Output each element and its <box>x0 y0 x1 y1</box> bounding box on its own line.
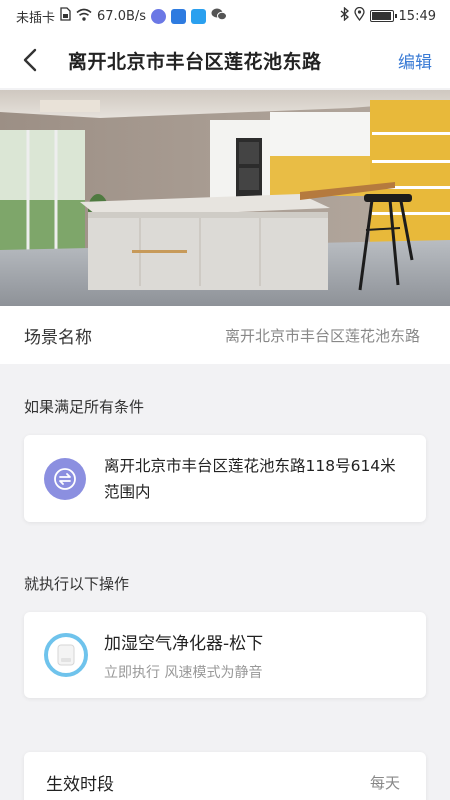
scene-name-row[interactable]: 场景名称 离开北京市丰台区莲花池东路 <box>0 306 450 364</box>
wechat-icon <box>211 7 228 25</box>
music-icon <box>151 8 167 24</box>
air-purifier-icon <box>44 633 88 677</box>
sim-icon <box>60 7 71 25</box>
search-app-icon <box>191 8 207 24</box>
schedule-card[interactable]: 生效时段 每天 <box>24 752 426 800</box>
page-title: 离开北京市丰台区莲花池东路 <box>68 50 322 73</box>
nav-bar: 离开北京市丰台区莲花池东路 编辑 <box>0 32 450 88</box>
battery-icon <box>369 10 397 22</box>
clock-time: 15:49 <box>398 8 436 24</box>
location-icon <box>353 6 365 25</box>
wifi-icon <box>76 8 92 25</box>
status-left: 未插卡 67.0B/s <box>16 7 228 26</box>
network-speed: 67.0B/s <box>97 8 147 24</box>
status-right: 15:49 <box>340 6 436 25</box>
edit-button[interactable]: 编辑 <box>380 48 450 73</box>
schedule-value: 每天 <box>369 773 400 792</box>
scene-name-label: 场景名称 <box>24 327 92 348</box>
action-card[interactable]: 加湿空气净化器-松下 立即执行 风速模式为静音 <box>24 612 426 698</box>
chevron-left-icon <box>23 48 37 72</box>
condition-section-title: 如果满足所有条件 <box>24 398 145 416</box>
action-texts: 加湿空气净化器-松下 立即执行 风速模式为静音 <box>104 629 263 682</box>
swap-icon <box>44 457 86 500</box>
carrier-text: 未插卡 <box>16 10 56 26</box>
schedule-label: 生效时段 <box>46 774 114 795</box>
back-button[interactable] <box>0 32 60 88</box>
scene-cover-image <box>0 90 450 306</box>
action-section-title: 就执行以下操作 <box>24 575 130 593</box>
status-bar: 未插卡 67.0B/s 15:49 <box>0 0 450 32</box>
action-description: 立即执行 风速模式为静音 <box>104 664 263 681</box>
condition-text: 离开北京市丰台区莲花池东路118号614米范围内 <box>104 456 396 501</box>
device-name: 加湿空气净化器-松下 <box>104 633 264 654</box>
scene-name-value: 离开北京市丰台区莲花池东路 <box>224 326 420 345</box>
bluetooth-icon <box>340 6 349 25</box>
bulb-icon <box>171 8 187 24</box>
condition-card[interactable]: 离开北京市丰台区莲花池东路118号614米范围内 <box>24 435 426 522</box>
